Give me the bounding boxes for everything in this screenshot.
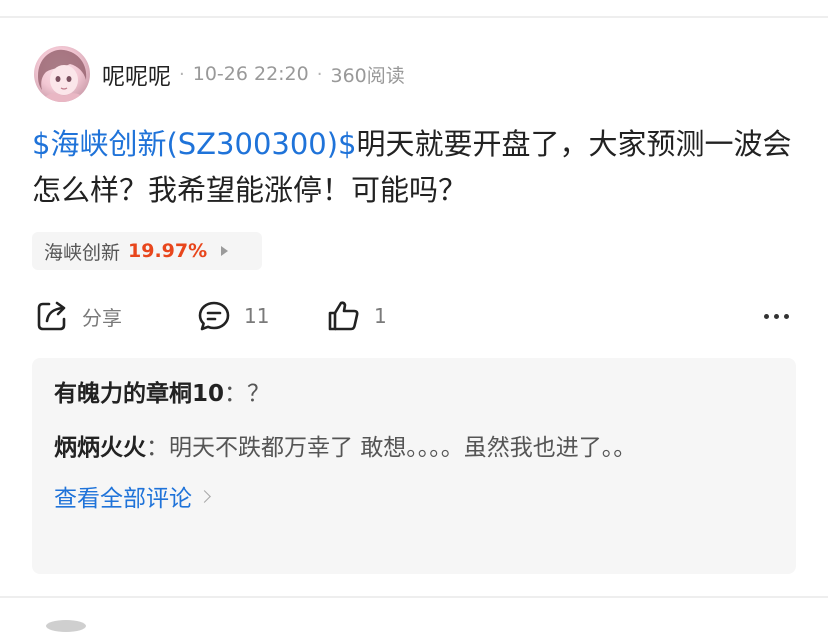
comments-panel: 有魄力的章桐10：？ 炳炳火火：明天不跌都万幸了 敢想。。。。虽然我也进了。。 … bbox=[32, 358, 796, 574]
share-label: 分享 bbox=[82, 305, 122, 330]
comment-bubble-icon bbox=[198, 301, 230, 331]
meta-separator: · bbox=[316, 63, 323, 85]
comment-author[interactable]: 炳炳火火 bbox=[54, 435, 146, 461]
comment-count: 11 bbox=[244, 304, 270, 328]
anime-avatar-icon bbox=[38, 49, 87, 102]
like-count: 1 bbox=[374, 304, 387, 328]
next-post-avatar bbox=[46, 620, 86, 632]
stock-tag-name: 海峡创新 bbox=[44, 241, 121, 264]
share-icon bbox=[37, 301, 66, 331]
more-horizontal-icon bbox=[763, 313, 789, 319]
comment-separator: ： bbox=[224, 381, 248, 407]
comment-button[interactable]: 11 bbox=[196, 294, 269, 338]
username[interactable]: 呢呢呢 bbox=[102, 57, 171, 91]
chevron-right-icon bbox=[198, 489, 211, 503]
post-content[interactable]: $海峡创新(SZ300300)$明天就要开盘了，大家预测一波会怎么样？我希望能涨… bbox=[32, 121, 802, 213]
comment-item[interactable]: 有魄力的章桐10：？ bbox=[54, 374, 774, 414]
post-time: 10-26 22:20 bbox=[192, 63, 309, 85]
top-divider bbox=[0, 16, 828, 18]
comment-item[interactable]: 炳炳火火：明天不跌都万幸了 敢想。。。。虽然我也进了。。 bbox=[54, 428, 774, 468]
action-bar: 分享 11 1 bbox=[34, 294, 794, 338]
view-all-comments-link[interactable]: 查看全部评论 bbox=[54, 476, 774, 516]
read-count: 360阅读 bbox=[330, 64, 405, 87]
comment-author[interactable]: 有魄力的章桐10 bbox=[54, 381, 224, 407]
stock-tag-change: 19.97% bbox=[128, 240, 208, 262]
stock-tag[interactable]: 海峡创新 19.97% bbox=[32, 232, 262, 270]
thumbs-up-icon bbox=[328, 301, 359, 331]
stock-link[interactable]: $海峡创新(SZ300300)$ bbox=[32, 127, 357, 161]
comment-text: ？ bbox=[247, 381, 271, 407]
post-header: 呢呢呢 · 10-26 22:20 · 360阅读 bbox=[34, 44, 405, 104]
like-button[interactable]: 1 bbox=[326, 294, 387, 338]
comment-text: 明天不跌都万幸了 敢想。。。。虽然我也进了。。 bbox=[169, 435, 637, 461]
view-all-label: 查看全部评论 bbox=[54, 486, 192, 512]
bottom-divider bbox=[0, 596, 828, 598]
comment-separator: ： bbox=[146, 435, 169, 461]
play-arrow-icon bbox=[221, 246, 229, 256]
more-button[interactable] bbox=[756, 294, 796, 338]
avatar[interactable] bbox=[34, 46, 90, 102]
share-button[interactable]: 分享 bbox=[34, 294, 122, 338]
meta-separator: · bbox=[179, 63, 185, 85]
